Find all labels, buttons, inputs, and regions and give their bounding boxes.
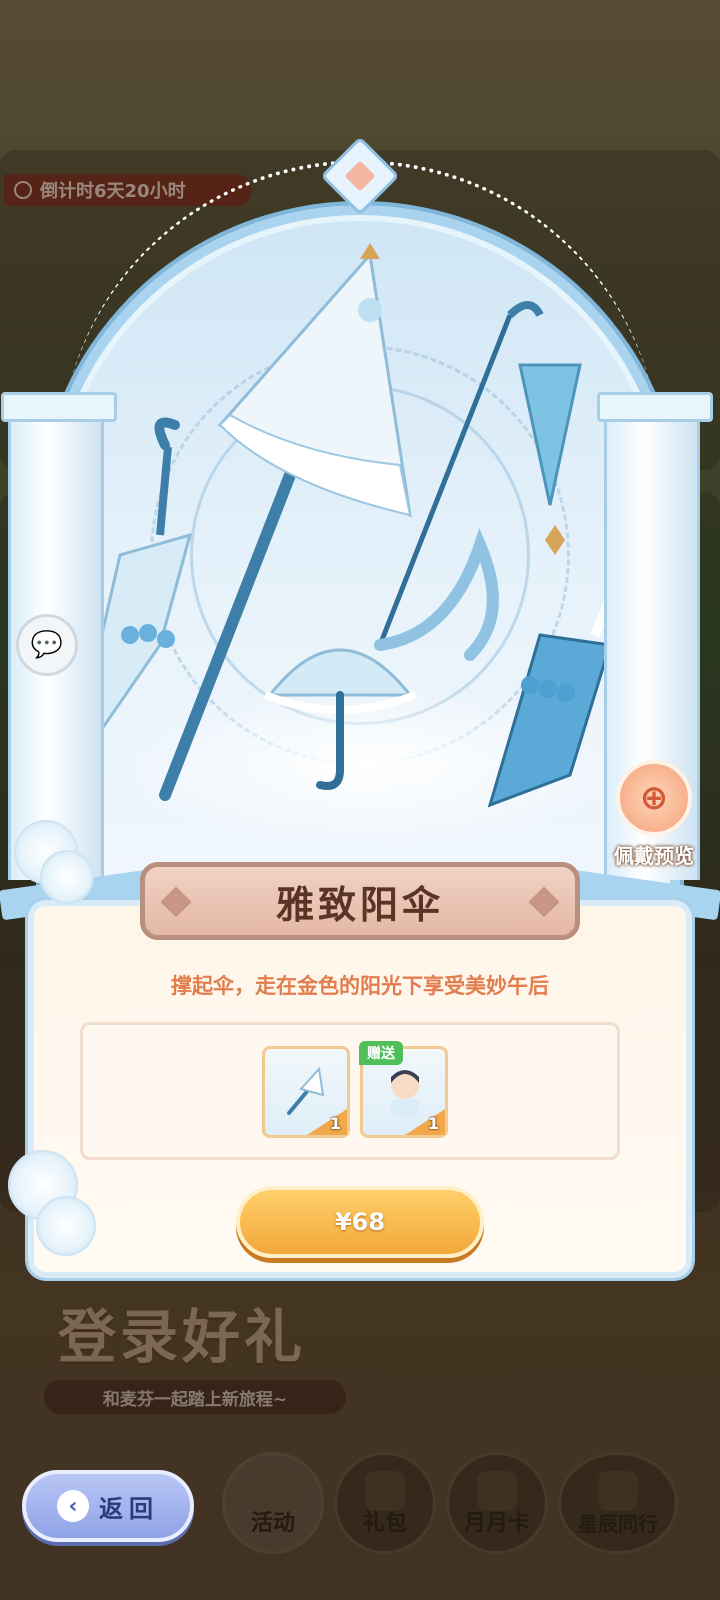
small-umbrella-icon	[263, 648, 417, 790]
rose-ornament	[36, 1196, 96, 1256]
gift-tag: 赠送	[359, 1041, 403, 1065]
chat-button[interactable]: 💬	[16, 614, 78, 676]
reward-item-character[interactable]: 赠送 1	[359, 1041, 448, 1138]
price-label: ¥68	[334, 1208, 386, 1236]
count-corner	[307, 1109, 347, 1135]
wear-preview-button[interactable]: ⊕ 佩戴预览	[604, 760, 704, 870]
item-description: 撑起伞，走在金色的阳光下享受美妙午后	[171, 974, 549, 998]
parasol-large-icon	[159, 243, 412, 801]
count-corner	[405, 1109, 445, 1135]
rose-ornament	[40, 850, 94, 904]
chat-icon: 💬	[30, 630, 64, 660]
item-title-banner: 雅致阳伞	[140, 862, 580, 940]
wear-preview-label: 佩戴预览	[614, 844, 694, 868]
bow-umbrella-icon	[374, 301, 582, 661]
reward-count: 1	[427, 1114, 439, 1133]
reward-count: 1	[329, 1114, 341, 1133]
umbrella-collection-illustration	[68, 243, 654, 808]
reward-item-umbrella[interactable]: 1	[262, 1046, 350, 1138]
showcase-arch	[40, 205, 680, 965]
purchase-button[interactable]: ¥68	[236, 1186, 484, 1258]
item-title: 雅致阳伞	[275, 882, 444, 927]
item-purchase-modal: 💬 ⊕ 佩戴预览 雅致阳伞 撑起伞，走在金色的阳光下享受美妙午后 1 赠送 1 …	[0, 0, 720, 1600]
rewards-box	[80, 1022, 620, 1160]
zoom-icon: ⊕	[616, 760, 692, 836]
